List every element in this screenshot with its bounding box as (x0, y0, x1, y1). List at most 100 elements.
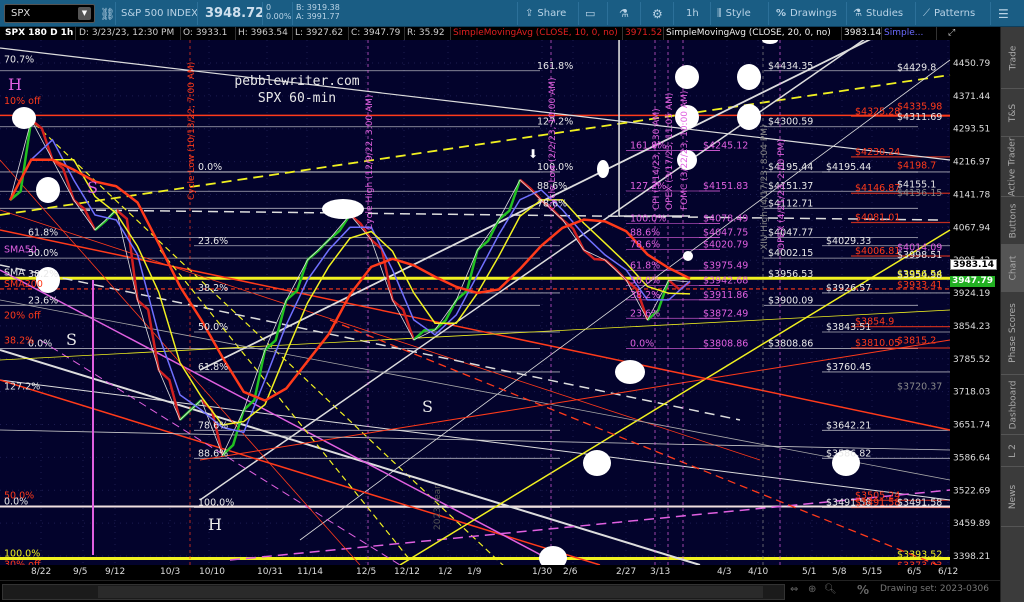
sidebar-tab-trade[interactable]: Trade (1001, 27, 1024, 89)
level-label: $4136.15 (897, 188, 942, 199)
level-label: 88.6% (198, 448, 228, 459)
level-label: $4195.44 (826, 162, 871, 173)
crosshair-icon[interactable]: ⊕ (808, 584, 816, 595)
style-label: Style (725, 8, 751, 19)
flask-icon[interactable]: ⚗ (619, 0, 629, 27)
price-tick-label: 3651.74 (953, 421, 990, 431)
level-label: $4014.09 (897, 243, 942, 254)
style-button[interactable]: ⫼ Style (717, 0, 751, 27)
drawings-label: Drawings (790, 8, 837, 19)
level-label: $4245.12 (703, 140, 748, 151)
sidebar-tab-dashboard[interactable]: Dashboard (1001, 375, 1024, 435)
level-label: 50.0% (198, 322, 228, 333)
price-tick-label: 3718.03 (953, 388, 990, 398)
level-label: $4325.28 (855, 106, 900, 117)
level-label: 70.7% (4, 54, 34, 65)
low-value: L: 3927.62 (293, 27, 349, 40)
level-label: 23.6% (630, 308, 660, 319)
horizontal-scrollbar[interactable] (2, 584, 785, 600)
pan-icon[interactable]: ⇔ (790, 584, 798, 595)
highlight-ellipse-marker (737, 104, 761, 130)
net-change: 0 (266, 3, 272, 12)
price-tick-label: 3785.52 (953, 355, 990, 365)
level-label: $3810.05 (855, 338, 900, 349)
event-label: Cycle Low (10/13/22, 7:00 AM) (187, 62, 197, 200)
down-arrow-icon: ⬇ (528, 147, 538, 161)
level-label: $4230.24 (855, 147, 900, 158)
level-label: $4146.87 (855, 183, 900, 194)
date-tick-label: 12/12 (394, 567, 420, 577)
level-label: 78.6% (198, 420, 228, 431)
symbol-value: SPX (11, 8, 31, 19)
price-tick-label: 4141.78 (953, 190, 990, 200)
drawing-set-label[interactable]: Drawing set: 2023-0306 (880, 584, 989, 594)
level-label: $3586.82 (826, 448, 871, 459)
level-label: 20% off (4, 310, 41, 321)
level-label: $4300.59 (768, 117, 813, 128)
share-icon: ⇪ (525, 8, 534, 19)
menu-icon[interactable]: ☰ (998, 0, 1009, 27)
sidebar-tab-chart[interactable]: Chart (1001, 245, 1024, 292)
level-label: 0.0% (198, 162, 222, 173)
sidebar-tab-t-s[interactable]: T&S (1001, 89, 1024, 137)
event-label: CPI (3/14/23, 5:30 AM) (652, 108, 662, 210)
price-tick-label: 4371.44 (953, 92, 990, 102)
level-label: $4078.49 (703, 214, 748, 225)
symbol-input[interactable]: SPX ▼ (4, 4, 95, 23)
level-label: $3872.49 (703, 308, 748, 319)
share-label: Share (537, 8, 567, 19)
pattern-mark-s: S (87, 178, 98, 197)
scrollbar-thumb[interactable] (98, 586, 763, 598)
date-tick-label: 9/12 (105, 567, 126, 577)
level-label: $3956.53 (768, 269, 813, 280)
date-axis: 8/22 9/5 9/12 10/3 10/10 10/31 11/14 12/5 12/12 1… (0, 565, 1000, 580)
drawings-button[interactable]: % Drawings (776, 0, 837, 27)
chevron-down-icon[interactable]: ▼ (78, 7, 91, 20)
timeframe-button[interactable]: 1h (686, 0, 699, 27)
sidebar-tab-phase-scores[interactable]: Phase Scores (1001, 292, 1024, 375)
pattern-mark-h: H (208, 515, 222, 534)
patterns-button[interactable]: ⟋ Patterns (923, 0, 975, 27)
level-label: $3900.09 (768, 295, 813, 306)
level-label: $4151.37 (768, 181, 813, 192)
sma10-value: 3971.52 (625, 27, 664, 40)
event-label: OPEX (3/17/23, 11:05 AM) (665, 93, 675, 210)
sidebar-tab-l-2[interactable]: L 2 (1001, 435, 1024, 467)
price-tick-label: 3398.21 (953, 552, 990, 562)
event-label: Cycle Low (2/2/23, 10:00 AM) (548, 78, 558, 210)
sidebar-tab-buttons[interactable]: Buttons (1001, 197, 1024, 245)
zoom-icon[interactable]: 🔍︎ (824, 584, 837, 595)
level-label: 23.6% (198, 236, 228, 247)
collapse-studies-icon[interactable]: ⤢ (946, 27, 966, 40)
ask-price: A: 3991.77 (296, 12, 340, 21)
share-button[interactable]: ⇪ Share (525, 0, 566, 27)
year-marker-label: 2023 Year (433, 485, 443, 530)
price-chart[interactable]: 0.0% 23.6% 38.2% 50.0% 61.8% 78.6% 88.6% 100.0%… (0, 40, 1000, 565)
studies-button[interactable]: ⚗ Studies (853, 0, 903, 27)
pattern-mark-h: H (8, 75, 22, 94)
notes-icon[interactable]: ▭ (585, 0, 595, 27)
range-value: R: 35.92 (405, 27, 451, 40)
level-label: $3642.21 (826, 420, 871, 431)
level-label: 0.0% (4, 497, 28, 508)
link-icon[interactable]: ⛓ (100, 0, 115, 27)
level-label: $3815.2 (897, 336, 936, 347)
date-tick-label: 4/10 (748, 567, 769, 577)
level-label: $4151.83 (703, 181, 748, 192)
level-label: SMA50 (4, 245, 37, 256)
bottom-bar: ⇔ ⊕ 🔍︎ % Drawing set: 2023-0306 (0, 580, 1000, 602)
chart-info-bar: SPX 180 D 1h D: 3/23/23, 12:30 PM O: 393… (0, 27, 1024, 40)
sidebar-tab-news[interactable]: News (1001, 467, 1024, 527)
instrument-name: S&P 500 INDEX (121, 8, 198, 19)
date-tick-label: 12/5 (356, 567, 377, 577)
price-tick-label: 4067.94 (953, 223, 990, 233)
level-label: 50.0% (630, 275, 660, 286)
price-tick-label: 4293.51 (953, 125, 990, 135)
watermark-site: pebblewriter.com (234, 74, 359, 89)
percent-icon[interactable]: % (857, 583, 869, 597)
gear-icon[interactable]: ⚙ (652, 0, 663, 27)
level-label: SMA200 (4, 279, 43, 290)
sidebar-tab-active-trader[interactable]: Active Trader (1001, 137, 1024, 197)
date-tick-label: 11/14 (297, 567, 323, 577)
right-sidebar: Trade T&S Active Trader Buttons Chart Phase S… (1000, 27, 1024, 602)
